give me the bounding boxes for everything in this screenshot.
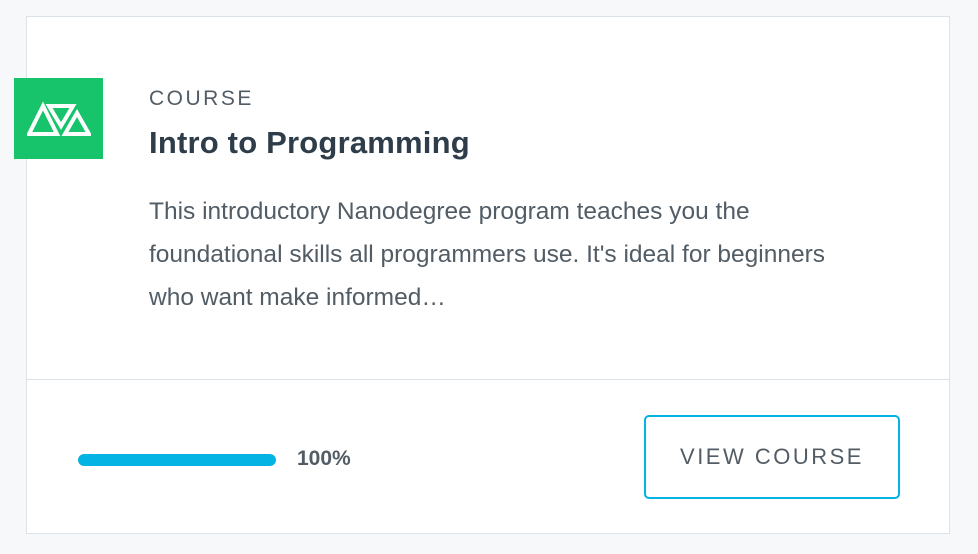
progress-bar-fill: [78, 454, 276, 466]
course-title[interactable]: Intro to Programming: [149, 125, 470, 161]
course-card: COURSE Intro to Programming This introdu…: [14, 16, 950, 534]
course-description: This introductory Nanodegree program tea…: [149, 198, 826, 311]
progress-percent-label: 100%: [297, 447, 351, 470]
progress-bar: [78, 454, 276, 466]
course-card-body: COURSE Intro to Programming This introdu…: [14, 17, 949, 380]
udacity-logo-icon: [14, 78, 103, 159]
course-card-footer: 100% VIEW COURSE: [27, 380, 949, 534]
view-course-button[interactable]: VIEW COURSE: [644, 415, 900, 499]
course-type-label: COURSE: [149, 87, 254, 110]
